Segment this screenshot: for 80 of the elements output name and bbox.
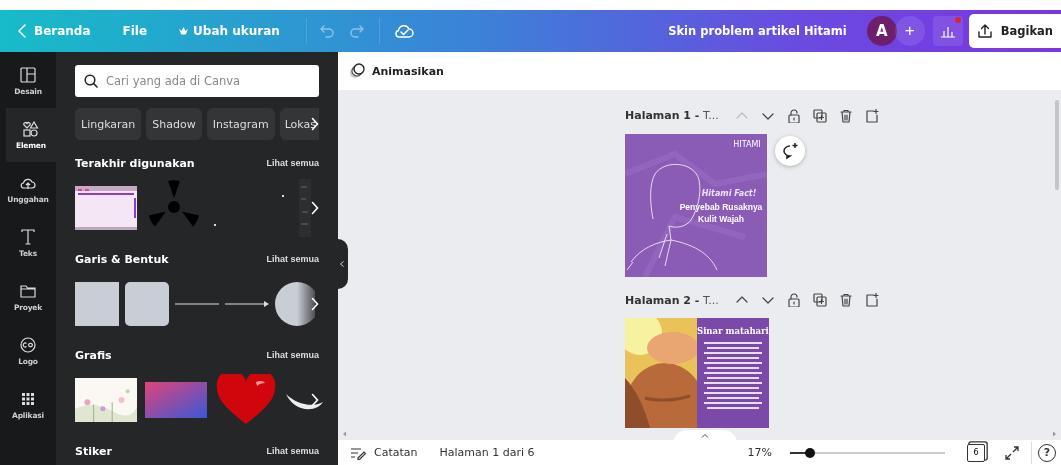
animate-icon [348, 63, 366, 79]
redo-icon [348, 24, 365, 38]
see-all-link[interactable]: Lihat semua [266, 158, 319, 168]
lock-icon [786, 293, 801, 308]
section-title: Stiker [75, 444, 112, 458]
add-page-icon [864, 293, 879, 308]
square-shape [75, 282, 119, 326]
heart-graphic [215, 374, 277, 426]
page-title[interactable]: Halaman 2 - T... [625, 293, 719, 307]
shapes-icon [23, 120, 39, 137]
see-all-link[interactable]: Lihat semua [266, 254, 319, 264]
search-field[interactable]: Cari yang ada di Canva [75, 65, 319, 97]
lock-icon [786, 108, 801, 123]
animate-button[interactable]: Animasikan [348, 63, 444, 79]
duplicate-icon [812, 293, 827, 308]
lock-button[interactable] [786, 108, 801, 123]
arrow-shape [225, 301, 269, 307]
add-collaborator-button[interactable]: + [894, 16, 925, 46]
design-headline: Penyebab Rusaknya Kulit Wajah [679, 201, 763, 224]
comment-add-icon [781, 141, 799, 160]
apps-grid-icon [20, 390, 36, 407]
zoom-percentage[interactable]: 17% [747, 446, 772, 459]
lock-button[interactable] [786, 293, 801, 308]
upload-icon [976, 23, 993, 39]
page-title[interactable]: Halaman 1 - T... [625, 109, 719, 123]
expand-icon [1005, 445, 1019, 460]
undo-icon [318, 24, 335, 38]
chevron-right-icon [311, 201, 319, 215]
user-avatar[interactable]: A [866, 16, 897, 46]
section-title: Grafis [75, 348, 112, 362]
design-kicker: Hitami Fact! [701, 188, 757, 198]
delete-button[interactable] [838, 108, 853, 123]
chevron-right-icon [311, 393, 319, 407]
search-chip[interactable]: Lingkaran [75, 108, 142, 140]
logo-icon [20, 336, 36, 353]
bar-chart-icon [939, 24, 956, 38]
duplicate-button[interactable] [812, 108, 827, 123]
brand-logo: HITAMI [733, 139, 761, 149]
collapse-panel-button[interactable] [336, 239, 348, 289]
dark-image-strip [299, 179, 311, 237]
see-all-link[interactable]: Lihat semua [266, 446, 319, 456]
notes-icon [350, 445, 366, 460]
text-icon [20, 228, 36, 245]
crown-icon [179, 27, 189, 35]
page-count-button[interactable]: 6 [967, 443, 985, 462]
document-title[interactable]: Skin problem artikel Hitami [668, 24, 847, 38]
duplicate-icon [812, 108, 827, 123]
insights-button[interactable] [932, 16, 963, 46]
add-page-button[interactable] [864, 293, 879, 308]
share-button[interactable]: Bagikan [968, 14, 1061, 48]
cloud-saved-button[interactable] [393, 23, 414, 39]
chevron-up-icon [701, 433, 709, 438]
help-button[interactable]: ? [1038, 443, 1056, 462]
chevron-right-icon [311, 297, 319, 311]
see-all-link[interactable]: Lihat semua [266, 350, 319, 360]
trash-icon [838, 293, 853, 308]
add-page-icon [864, 108, 879, 123]
fullscreen-button[interactable] [1005, 445, 1019, 460]
trash-icon [838, 108, 853, 123]
cloud-check-icon [393, 23, 414, 39]
line-shape [175, 302, 219, 306]
search-chip[interactable]: Shadow [146, 108, 202, 140]
delete-button[interactable] [838, 293, 853, 308]
section-title: Garis & Bentuk [75, 252, 169, 266]
search-chip[interactable]: Instagram [206, 108, 275, 140]
section-title: Terakhir digunakan [75, 156, 195, 170]
design-headline: Sinar matahari [697, 326, 769, 336]
duplicate-button[interactable] [812, 293, 827, 308]
notes-button[interactable]: Catatan [350, 445, 418, 460]
add-page-button[interactable] [864, 108, 879, 123]
search-chip[interactable]: Lokas [279, 108, 319, 140]
gradient-graphic [145, 382, 207, 418]
rounded-square-shape [125, 282, 169, 326]
add-comment-button[interactable] [775, 135, 805, 166]
chevron-left-icon [340, 261, 344, 267]
layout-icon [20, 66, 36, 83]
chevron-left-icon [18, 24, 26, 38]
zoom-slider[interactable] [790, 446, 945, 459]
folder-icon [20, 282, 36, 299]
page-indicator: Halaman 1 dari 6 [439, 446, 536, 459]
